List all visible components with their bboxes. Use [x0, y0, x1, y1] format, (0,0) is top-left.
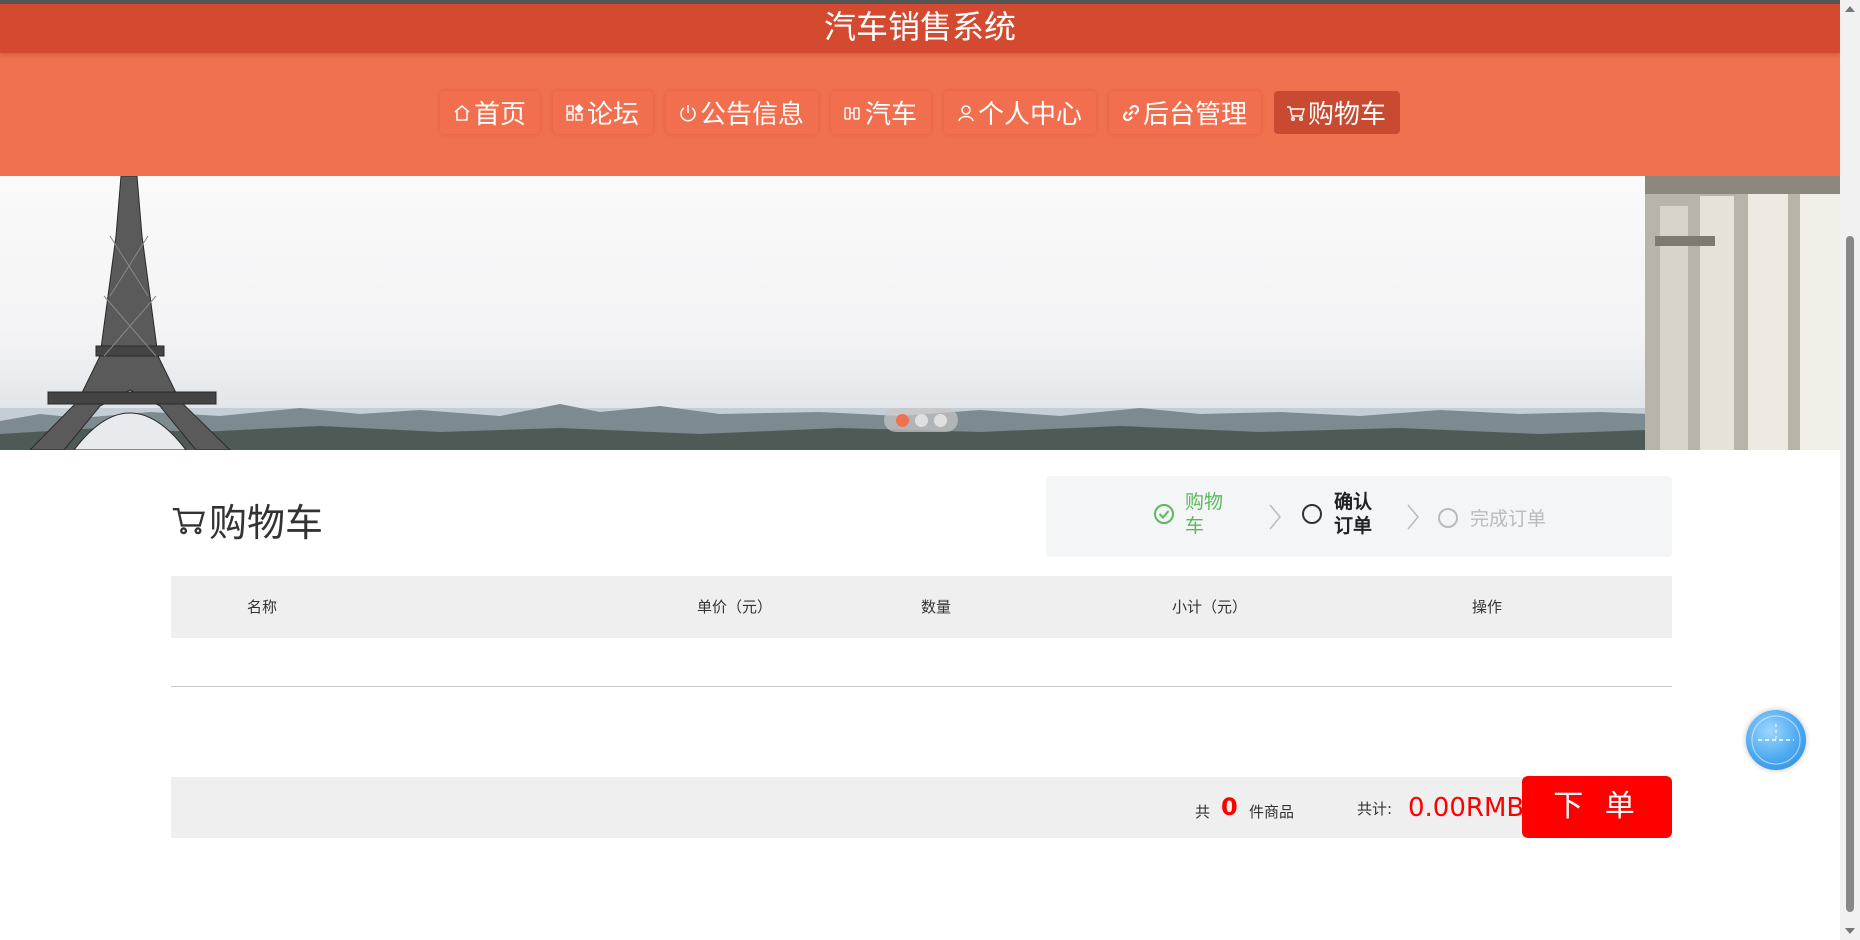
car-icon: [844, 106, 860, 120]
column-header-actions: 操作: [1472, 598, 1503, 616]
total-label: 共计:: [1357, 800, 1393, 818]
nav-label: 购物车: [1308, 100, 1387, 130]
step-label: 确认订单: [1334, 491, 1373, 537]
carousel-dot-3[interactable]: [933, 413, 947, 427]
check-circle-icon: [1154, 504, 1174, 524]
cart-table-header: 名称 单价（元） 数量 小计（元） 操作: [171, 576, 1672, 638]
count-prefix: 共: [1195, 803, 1211, 821]
cart-summary-bar: 共 0 件商品 共计: 0.00RMB 下 单: [171, 776, 1672, 838]
nav-item-forum[interactable]: 论坛: [552, 91, 653, 134]
column-header-quantity: 数量: [921, 598, 952, 616]
cart-icon: [172, 507, 205, 534]
table-divider: [171, 686, 1672, 687]
nav-label: 后台管理: [1143, 100, 1248, 130]
title-bar: 汽车销售系统: [0, 0, 1840, 53]
main-nav: 首页 论坛 公告信息 汽车 个人中心 后台管理 购物车: [0, 91, 1840, 134]
nav-label: 汽车: [864, 100, 917, 130]
nav-item-notice[interactable]: 公告信息: [665, 91, 818, 134]
step-label: 购物车: [1185, 491, 1224, 537]
page: 汽车销售系统 首页 论坛 公告信息 汽车 个人中心 后台管理 购物车 购物车 购…: [0, 0, 1840, 940]
nav-label: 个人中心: [978, 100, 1083, 130]
carousel-dot-2[interactable]: [914, 413, 928, 427]
step-label: 完成订单: [1470, 508, 1547, 530]
nav-item-profile[interactable]: 个人中心: [944, 91, 1097, 134]
order-steps: 购物车 确认订单 完成订单: [1046, 476, 1672, 557]
apps-icon: [566, 103, 584, 121]
place-order-button[interactable]: 下 单: [1522, 776, 1672, 838]
nav-label: 公告信息: [699, 100, 804, 130]
nav-item-car[interactable]: 汽车: [830, 91, 931, 134]
cart-icon: [1287, 105, 1305, 121]
column-header-subtotal: 小计（元）: [1172, 598, 1248, 616]
count-suffix: 件商品: [1249, 803, 1295, 821]
scrollbar-thumb[interactable]: [1846, 236, 1854, 912]
column-header-name: 名称: [247, 598, 278, 616]
step-circle: [1438, 507, 1458, 528]
nav-item-home[interactable]: 首页: [439, 91, 540, 134]
column-header-price: 单价（元）: [697, 598, 773, 616]
nav-item-cart[interactable]: 购物车: [1274, 91, 1401, 134]
total-amount: 0.00RMB: [1408, 793, 1525, 823]
page-title: 购物车: [209, 501, 324, 545]
nav-item-admin[interactable]: 后台管理: [1109, 91, 1262, 134]
floating-clock-widget[interactable]: [1746, 710, 1806, 770]
chevron-right-icon: [1269, 504, 1281, 530]
step-cart: 购物车: [1153, 490, 1229, 538]
item-count: 0: [1221, 793, 1238, 821]
link-icon: [1122, 104, 1140, 121]
step-circle: [1302, 504, 1322, 524]
power-icon: [680, 104, 696, 121]
user-icon: [958, 104, 974, 121]
carousel-dots: [884, 408, 958, 432]
clock-icon: [1751, 715, 1801, 765]
home-icon: [454, 104, 470, 121]
chevron-right-icon: [1407, 504, 1419, 530]
nav-bar: 首页 论坛 公告信息 汽车 个人中心 后台管理 购物车: [0, 53, 1840, 176]
carousel-dot-1[interactable]: [895, 413, 909, 427]
scroll-up-arrow-icon[interactable]: [1845, 6, 1855, 12]
scroll-down-arrow-icon[interactable]: [1845, 928, 1855, 934]
step-confirm: 确认订单: [1302, 490, 1378, 538]
site-title: 汽车销售系统: [823, 8, 1016, 46]
page-scrollbar[interactable]: [1840, 0, 1860, 940]
banner-carousel: [0, 176, 1840, 450]
step-complete: 完成订单: [1438, 504, 1546, 531]
nav-label: 首页: [473, 100, 526, 130]
cart-heading: 购物车: [171, 492, 323, 547]
nav-label: 论坛: [586, 100, 639, 130]
